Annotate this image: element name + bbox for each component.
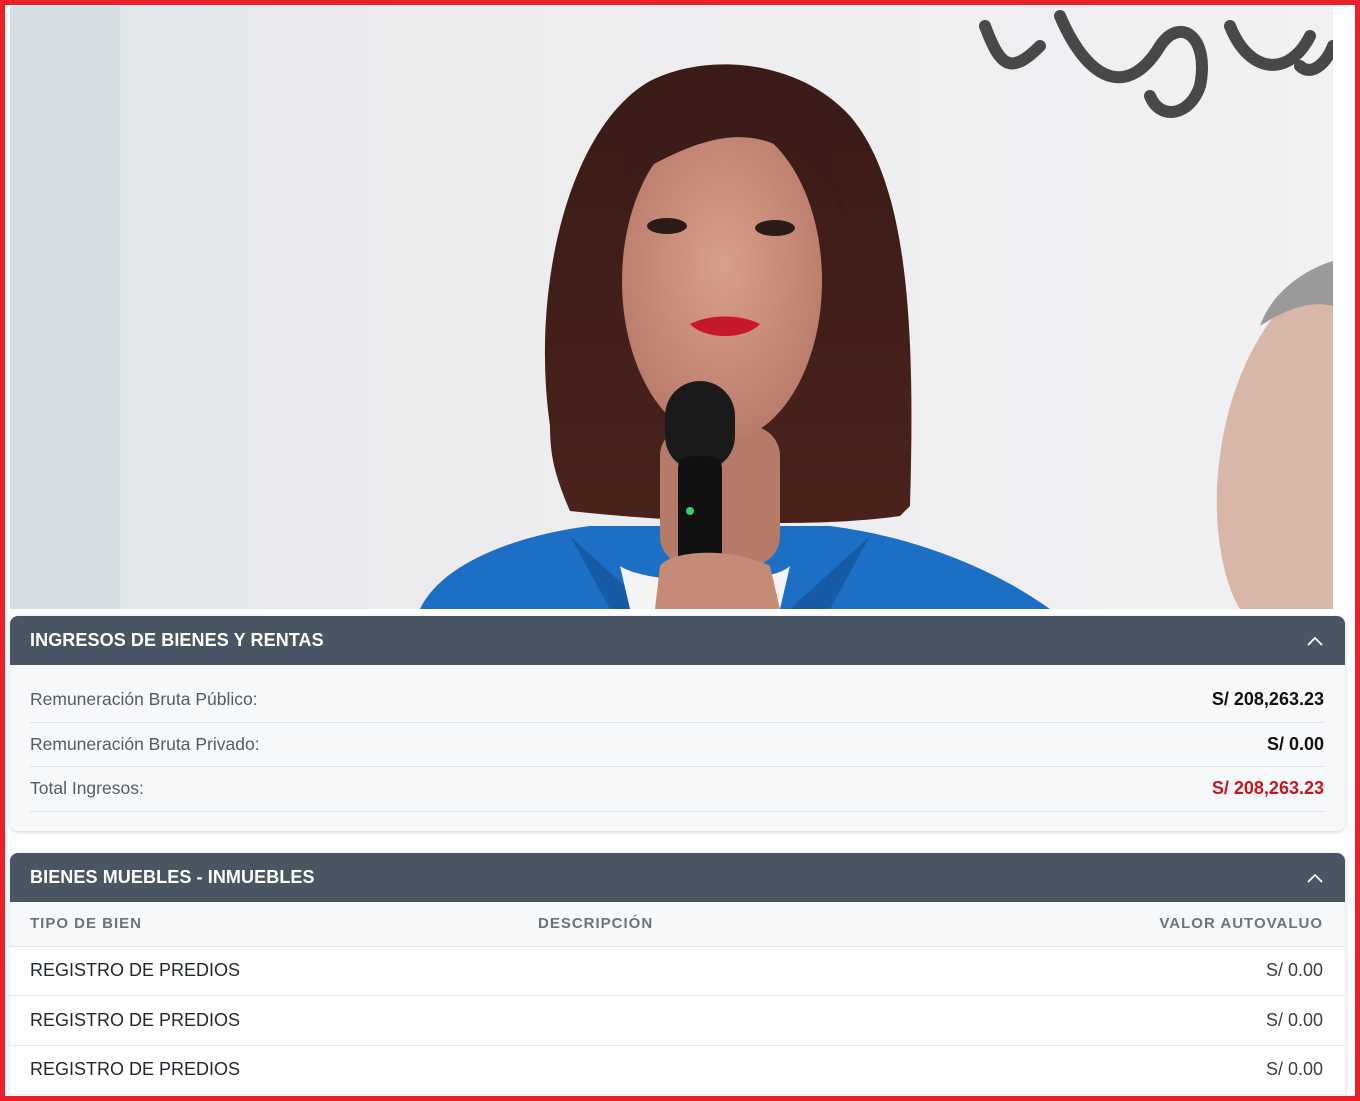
cell-value: S/ 0.00 — [1265, 1009, 1323, 1030]
column-header-type: TIPO DE BIEN — [10, 902, 538, 947]
table-row: REGISTRO DE PREDIOS S/ 0.00 — [10, 946, 1345, 996]
cell-type: REGISTRO DE PREDIOS — [30, 960, 241, 981]
chevron-up-icon[interactable] — [1305, 868, 1325, 888]
table-header-row: TIPO DE BIEN DESCRIPCIÓN VALOR AUTOVALUO — [10, 902, 1345, 947]
row-value: S/ 0.00 — [1266, 733, 1324, 754]
income-panel-header[interactable]: INGRESOS DE BIENES Y RENTAS — [10, 616, 1345, 665]
table-row: REGISTRO DE PREDIOS S/ 0.00 — [10, 1045, 1345, 1095]
row-label: Remuneración Bruta Privado: — [30, 733, 260, 754]
income-panel: INGRESOS DE BIENES Y RENTAS Remuneración… — [10, 616, 1345, 831]
cell-description — [538, 996, 847, 1046]
cell-description — [538, 1045, 847, 1095]
assets-panel-header[interactable]: BIENES MUEBLES - INMUEBLES — [10, 853, 1345, 902]
income-row-total: Total Ingresos: S/ 208,263.23 — [30, 767, 1324, 812]
chevron-up-icon[interactable] — [1305, 631, 1325, 651]
cell-type: REGISTRO DE PREDIOS — [30, 1059, 241, 1080]
table-row: REGISTRO DE PREDIOS S/ 0.00 — [10, 996, 1345, 1046]
total-value: S/ 208,263.23 — [1211, 778, 1324, 799]
cell-value: S/ 0.00 — [1265, 1059, 1323, 1080]
row-label: Total Ingresos: — [30, 778, 144, 799]
income-panel-title: INGRESOS DE BIENES Y RENTAS — [30, 630, 324, 650]
row-label: Remuneración Bruta Público: — [30, 689, 258, 710]
assets-panel-title: BIENES MUEBLES - INMUEBLES — [30, 867, 315, 887]
assets-table: TIPO DE BIEN DESCRIPCIÓN VALOR AUTOVALUO… — [10, 902, 1345, 1095]
cell-type: REGISTRO DE PREDIOS — [30, 1009, 241, 1030]
income-rows: Remuneración Bruta Público: S/ 208,263.2… — [10, 665, 1345, 812]
cell-value: S/ 0.00 — [1265, 960, 1323, 981]
income-row-private: Remuneración Bruta Privado: S/ 0.00 — [30, 723, 1324, 767]
assets-panel: BIENES MUEBLES - INMUEBLES TIPO DE BIEN … — [10, 853, 1345, 1098]
income-row-public: Remuneración Bruta Público: S/ 208,263.2… — [30, 678, 1324, 723]
column-header-value: VALOR AUTOVALUO — [847, 902, 1345, 947]
column-header-description: DESCRIPCIÓN — [538, 902, 848, 947]
row-value: S/ 208,263.23 — [1211, 689, 1324, 710]
cell-description — [538, 946, 847, 996]
candidate-photo — [10, 6, 1333, 609]
